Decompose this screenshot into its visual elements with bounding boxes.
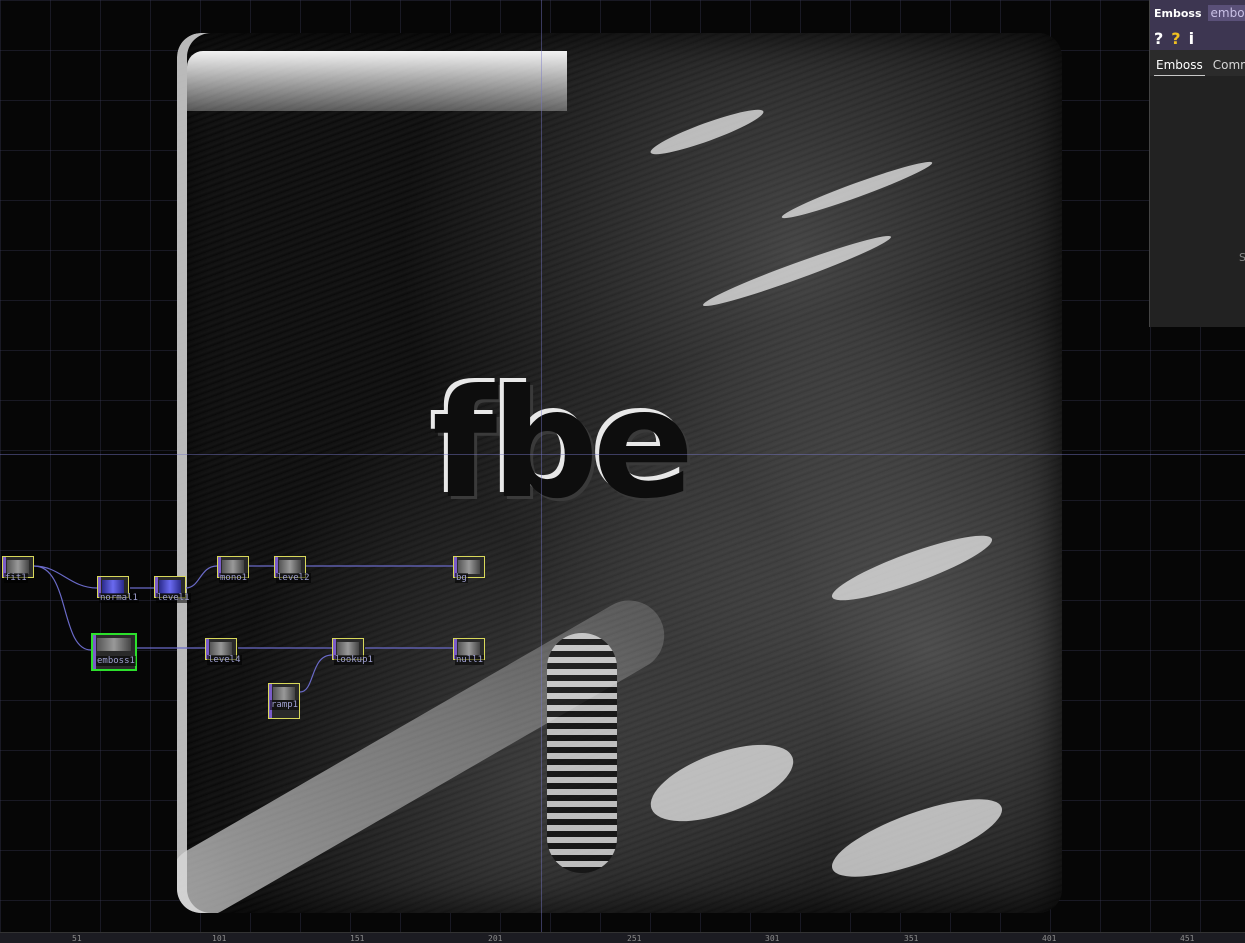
node-label: level1 (156, 593, 191, 603)
network-guide-vertical (541, 0, 542, 942)
python-help-icon[interactable]: ? (1171, 29, 1180, 48)
node-thumbnail (458, 560, 480, 574)
background-preview-image: fbe (177, 33, 1062, 913)
node-thumbnail (337, 642, 359, 656)
preview-streak (641, 729, 803, 837)
preview-streak (700, 229, 894, 313)
preview-streak (823, 783, 1011, 893)
node-thumbnail (7, 560, 29, 574)
node-thumbnail (273, 687, 295, 700)
node-thumbnail (102, 580, 124, 594)
preview-wheel-shape (547, 633, 617, 873)
param-body: S (1150, 76, 1245, 327)
preview-top-highlight (187, 51, 567, 111)
preview-logo-text: fbe (432, 358, 694, 532)
timeline-ruler[interactable]: 51 101 151 201 251 301 351 401 451 (0, 932, 1245, 943)
preview-streak (779, 156, 935, 224)
info-icon[interactable]: i (1189, 29, 1194, 48)
node-label: fit1 (4, 573, 28, 583)
node-label: ramp1 (270, 700, 300, 710)
node-thumbnail (279, 560, 301, 574)
wire-fit-normal (33, 565, 98, 589)
preview-streak (826, 524, 998, 612)
node-label: lookup1 (334, 655, 374, 665)
network-editor[interactable]: fbe fit1 normal1 level1 mono1 level2 bg (0, 0, 1245, 942)
help-icon[interactable]: ? (1154, 29, 1163, 48)
parameter-panel: Emboss emboss1 ? ? i Emboss Common S (1149, 0, 1245, 327)
tab-emboss[interactable]: Emboss (1154, 56, 1205, 77)
preview-streak (647, 103, 767, 161)
tab-common[interactable]: Common (1211, 56, 1245, 77)
node-label: emboss1 (96, 656, 136, 666)
node-thumbnail (222, 560, 244, 574)
node-label: null1 (455, 655, 485, 665)
param-header: Emboss emboss1 (1150, 0, 1245, 26)
operator-type: Emboss (1154, 6, 1202, 20)
wire-fit-emboss (33, 565, 92, 651)
param-cut-text: S (1239, 251, 1245, 264)
node-label: level4 (207, 655, 242, 665)
operator-name-field[interactable]: emboss1 (1207, 5, 1245, 21)
param-icon-bar: ? ? i (1150, 26, 1245, 50)
param-tabs: Emboss Common (1150, 56, 1245, 77)
node-thumbnail (159, 580, 181, 594)
network-guide-horizontal (0, 454, 1245, 455)
node-thumbnail (210, 642, 232, 656)
node-thumbnail (458, 642, 480, 656)
node-label: bg (455, 573, 468, 583)
node-label: mono1 (219, 573, 249, 583)
node-label: normal1 (99, 593, 139, 603)
node-thumbnail (97, 638, 131, 651)
node-label: level2 (276, 573, 311, 583)
